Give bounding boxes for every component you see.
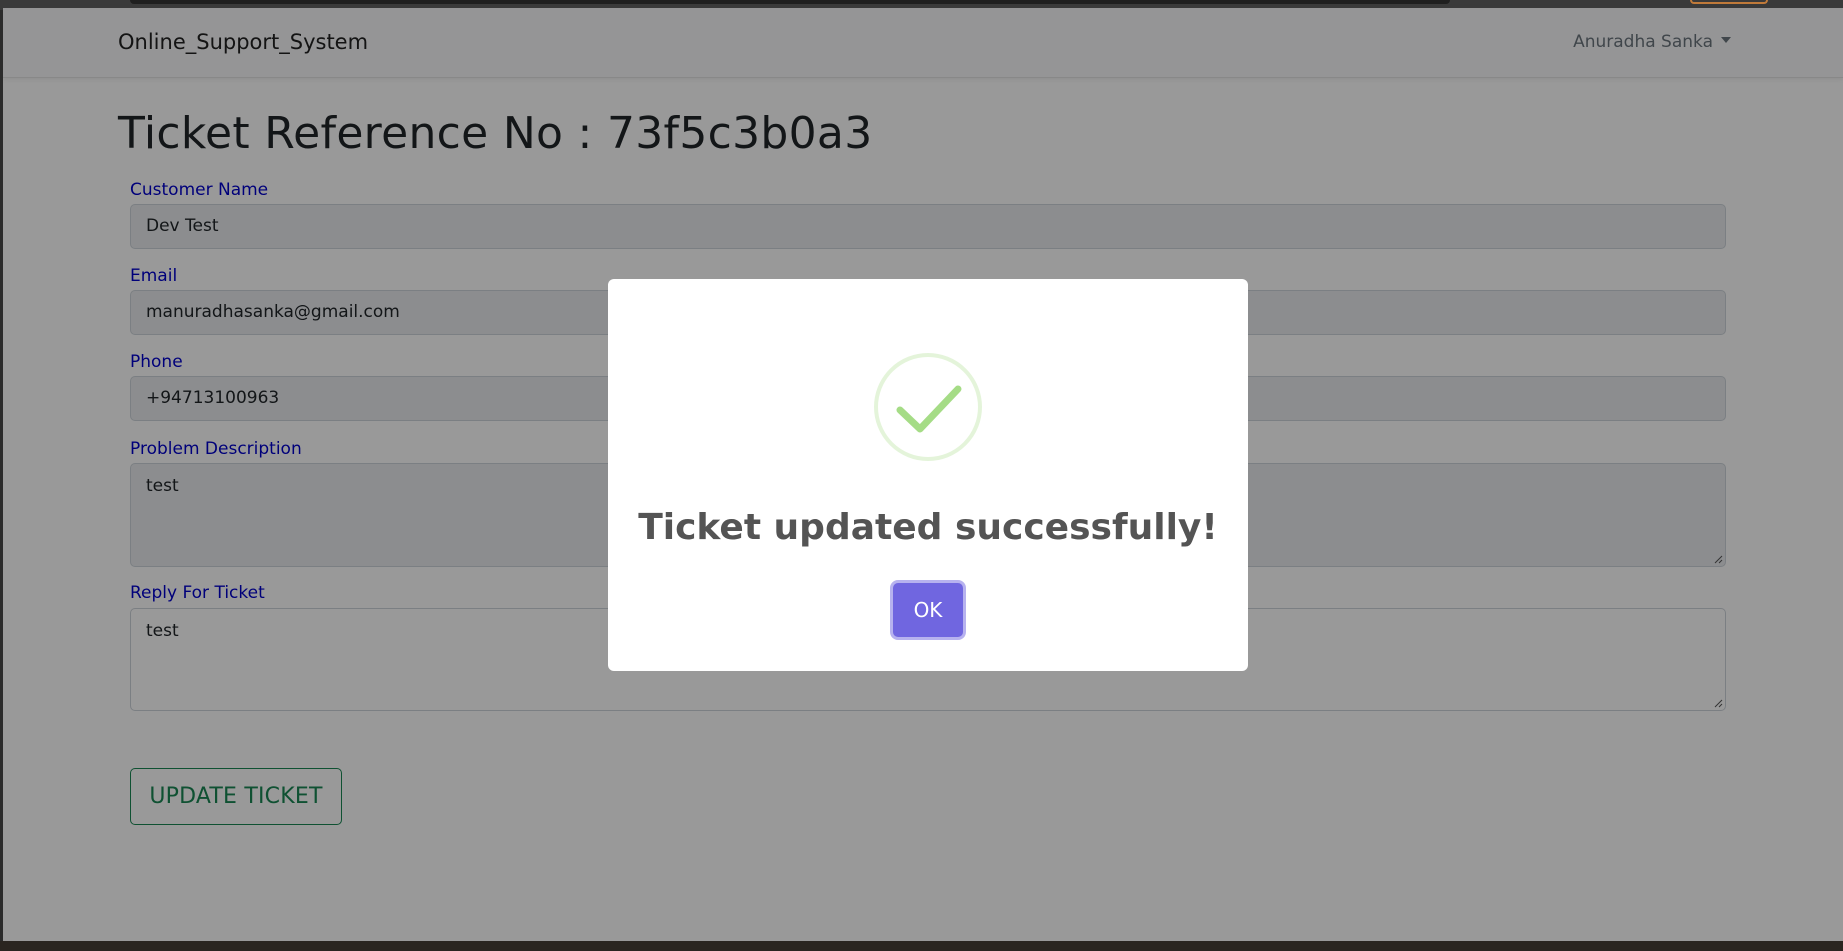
page: Online_Support_System Anuradha Sanka Tic… bbox=[3, 8, 1843, 941]
ok-button[interactable]: OK bbox=[893, 583, 963, 637]
browser-tab-bar bbox=[130, 0, 1450, 4]
success-check-icon bbox=[874, 353, 982, 461]
taskbar-strip bbox=[0, 941, 1843, 951]
dialog-message: Ticket updated successfully! bbox=[638, 507, 1218, 548]
browser-accent-tab bbox=[1690, 0, 1768, 4]
success-dialog: Ticket updated successfully! OK bbox=[608, 279, 1248, 671]
